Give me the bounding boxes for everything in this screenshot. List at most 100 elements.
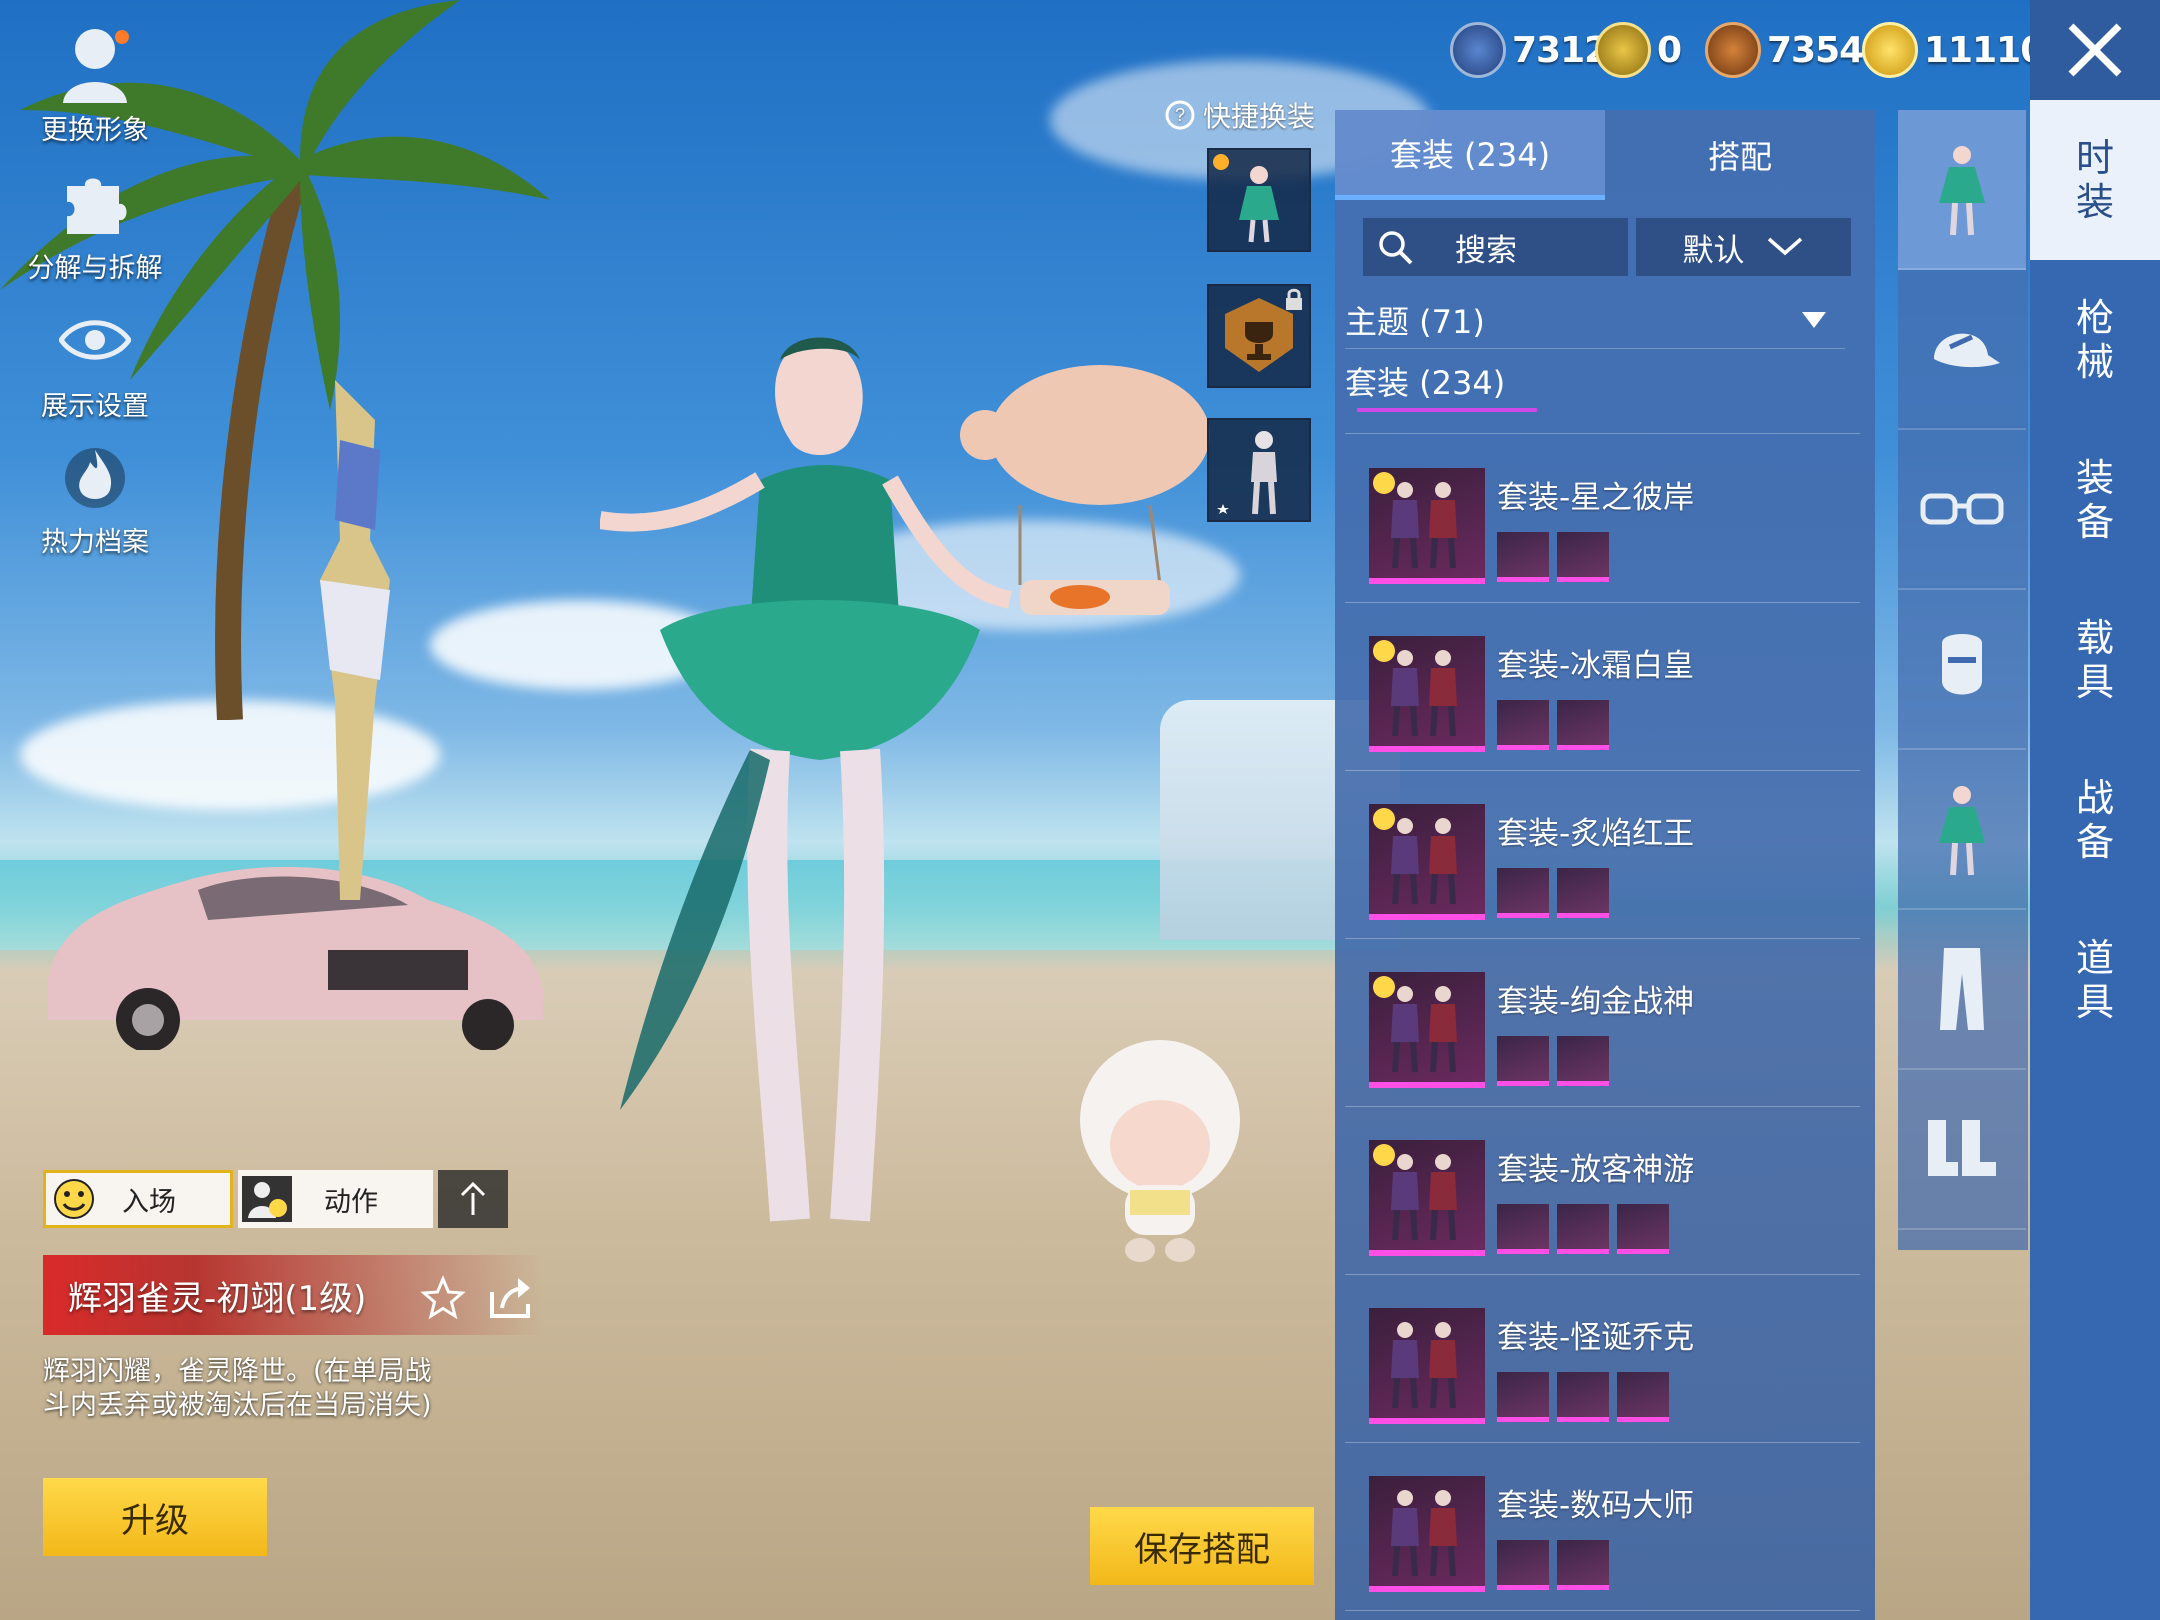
currency-silver[interactable]: 7312 [1450,22,1609,78]
tab-matching[interactable]: 搭配 [1605,110,1875,200]
change-avatar-button[interactable]: 更换形象 [20,22,170,147]
currency-bronze[interactable]: 7354 [1705,22,1864,78]
entrance-button[interactable]: 入场 [43,1170,233,1228]
save-outfit-button[interactable]: 保存搭配 [1090,1507,1314,1585]
category-props[interactable]: 道具 [2030,900,2160,1060]
subcategory-pants[interactable] [1898,910,2026,1070]
gold-coin-icon [1595,22,1651,78]
suit-part-icon[interactable] [1557,532,1609,582]
suit-item[interactable]: 套装-放客神游 [1345,1112,1860,1272]
suit-part-icon[interactable] [1617,1204,1669,1254]
emote-badge-icon [1373,472,1395,494]
suit-name: 套装-绚金战神 [1497,984,1695,1020]
suit-name: 套装-怪诞乔克 [1497,1320,1695,1356]
suit-item[interactable]: 套装-星之彼岸 [1345,440,1860,600]
item-title-bar: 辉羽雀灵-初翊(1级) [43,1255,543,1335]
suit-part-icon[interactable] [1557,868,1609,918]
category-column: 时装 枪械 装备 载具 战备 道具 [2030,100,2160,1620]
search-button[interactable]: 搜索 [1363,218,1628,276]
decorated-rifle [320,380,390,900]
action-bar: 入场 动作 [43,1170,508,1228]
glasses-icon [1920,493,2004,525]
suit-name: 套装-星之彼岸 [1497,480,1695,516]
suit-part-icon[interactable] [1497,1540,1549,1590]
suit-part-icon[interactable] [1617,1372,1669,1422]
suit-name: 套装-冰霜白皇 [1497,648,1695,684]
suit-item[interactable]: 套装-绚金战神 [1345,944,1860,1104]
suit-figures-icon [1391,1322,1457,1409]
upgrade-button[interactable]: 升级 [43,1478,267,1556]
panel-tabs: 套装 (234) 搭配 [1335,110,1875,200]
quick-slot-character[interactable] [1207,418,1311,522]
expand-button[interactable] [438,1170,508,1228]
puzzle-icon [53,160,137,244]
heat-archive-button[interactable]: 热力档案 [20,434,170,559]
suit-item[interactable]: 套装-怪诞乔克 [1345,1280,1860,1440]
suit-name: 套装-放客神游 [1497,1152,1695,1188]
eye-icon [53,298,137,382]
balloon-pet [960,365,1210,615]
suit-item[interactable]: 套装-数码大师 [1345,1448,1860,1608]
outfit-icon [1939,786,1985,876]
suit-thumbnail [1369,1476,1485,1592]
emote-badge-icon [1373,640,1395,662]
suit-part-icon[interactable] [1497,532,1549,582]
subcategory-column [1898,110,2028,1250]
theme-filter[interactable]: 主题 (71) [1345,292,1845,349]
suit-item[interactable]: 套装-冰霜白皇 [1345,608,1860,768]
tab-suits[interactable]: 套装 (234) [1335,110,1605,200]
quick-change-label[interactable]: ? 快捷换装 [1165,95,1315,135]
share-icon[interactable] [488,1274,536,1320]
category-vehicles[interactable]: 载具 [2030,580,2160,740]
suit-parts [1497,1372,1669,1422]
suit-part-icon[interactable] [1497,868,1549,918]
boots-icon [1928,1120,1996,1176]
suit-part-icon[interactable] [1557,1540,1609,1590]
suit-part-icon[interactable] [1497,1036,1549,1086]
lightning-icon [1862,22,1918,78]
suit-part-icon[interactable] [1557,1036,1609,1086]
help-icon: ? [1165,100,1195,130]
sort-dropdown[interactable]: 默认 [1636,218,1851,276]
suit-part-icon[interactable] [1557,1372,1609,1422]
suit-name: 套装-炙焰红王 [1497,816,1695,852]
suit-parts [1497,700,1609,750]
suit-part-icon[interactable] [1557,700,1609,750]
subcategory-outfit[interactable] [1898,110,2026,270]
subcategory-mask[interactable] [1898,590,2026,750]
quick-slot-outfit[interactable] [1207,148,1311,252]
suit-name: 套装-数码大师 [1497,1488,1695,1524]
close-button[interactable] [2030,0,2160,100]
decompose-button[interactable]: 分解与拆解 [20,160,170,285]
avatar-icon [53,22,137,106]
emote-badge-icon [1373,808,1395,830]
outfit-icon [1213,154,1279,243]
category-guns[interactable]: 枪械 [2030,260,2160,420]
motion-button[interactable]: 动作 [238,1170,433,1228]
category-fashion[interactable]: 时装 [2030,100,2160,260]
pants-icon [1940,948,1984,1030]
suit-part-icon[interactable] [1557,1204,1609,1254]
display-settings-button[interactable]: 展示设置 [20,298,170,423]
suit-item[interactable]: 套装-炙焰红王 [1345,776,1860,936]
suit-heading-underline [1357,408,1537,412]
search-icon [1379,231,1413,265]
suit-parts [1497,1540,1609,1590]
category-equipment[interactable]: 装备 [2030,420,2160,580]
suit-part-icon[interactable] [1497,1372,1549,1422]
suit-part-icon[interactable] [1497,1204,1549,1254]
star-icon[interactable] [420,1275,466,1321]
outfit-icon [1939,146,1985,236]
subcategory-shoes[interactable] [1898,1070,2026,1230]
category-battle-gear[interactable]: 战备 [2030,740,2160,900]
suit-heading: 套装 (234) [1345,364,1506,402]
quick-slot-trophy[interactable] [1207,284,1311,388]
suit-figures-icon [1391,1490,1457,1577]
subcategory-glasses[interactable] [1898,430,2026,590]
suit-part-icon[interactable] [1497,700,1549,750]
subcategory-set[interactable] [1898,750,2026,910]
subcategory-hat[interactable] [1898,270,2026,430]
lock-icon [1286,288,1302,310]
currency-gold[interactable]: 0 [1595,22,1682,78]
silver-coin-icon [1450,22,1506,78]
